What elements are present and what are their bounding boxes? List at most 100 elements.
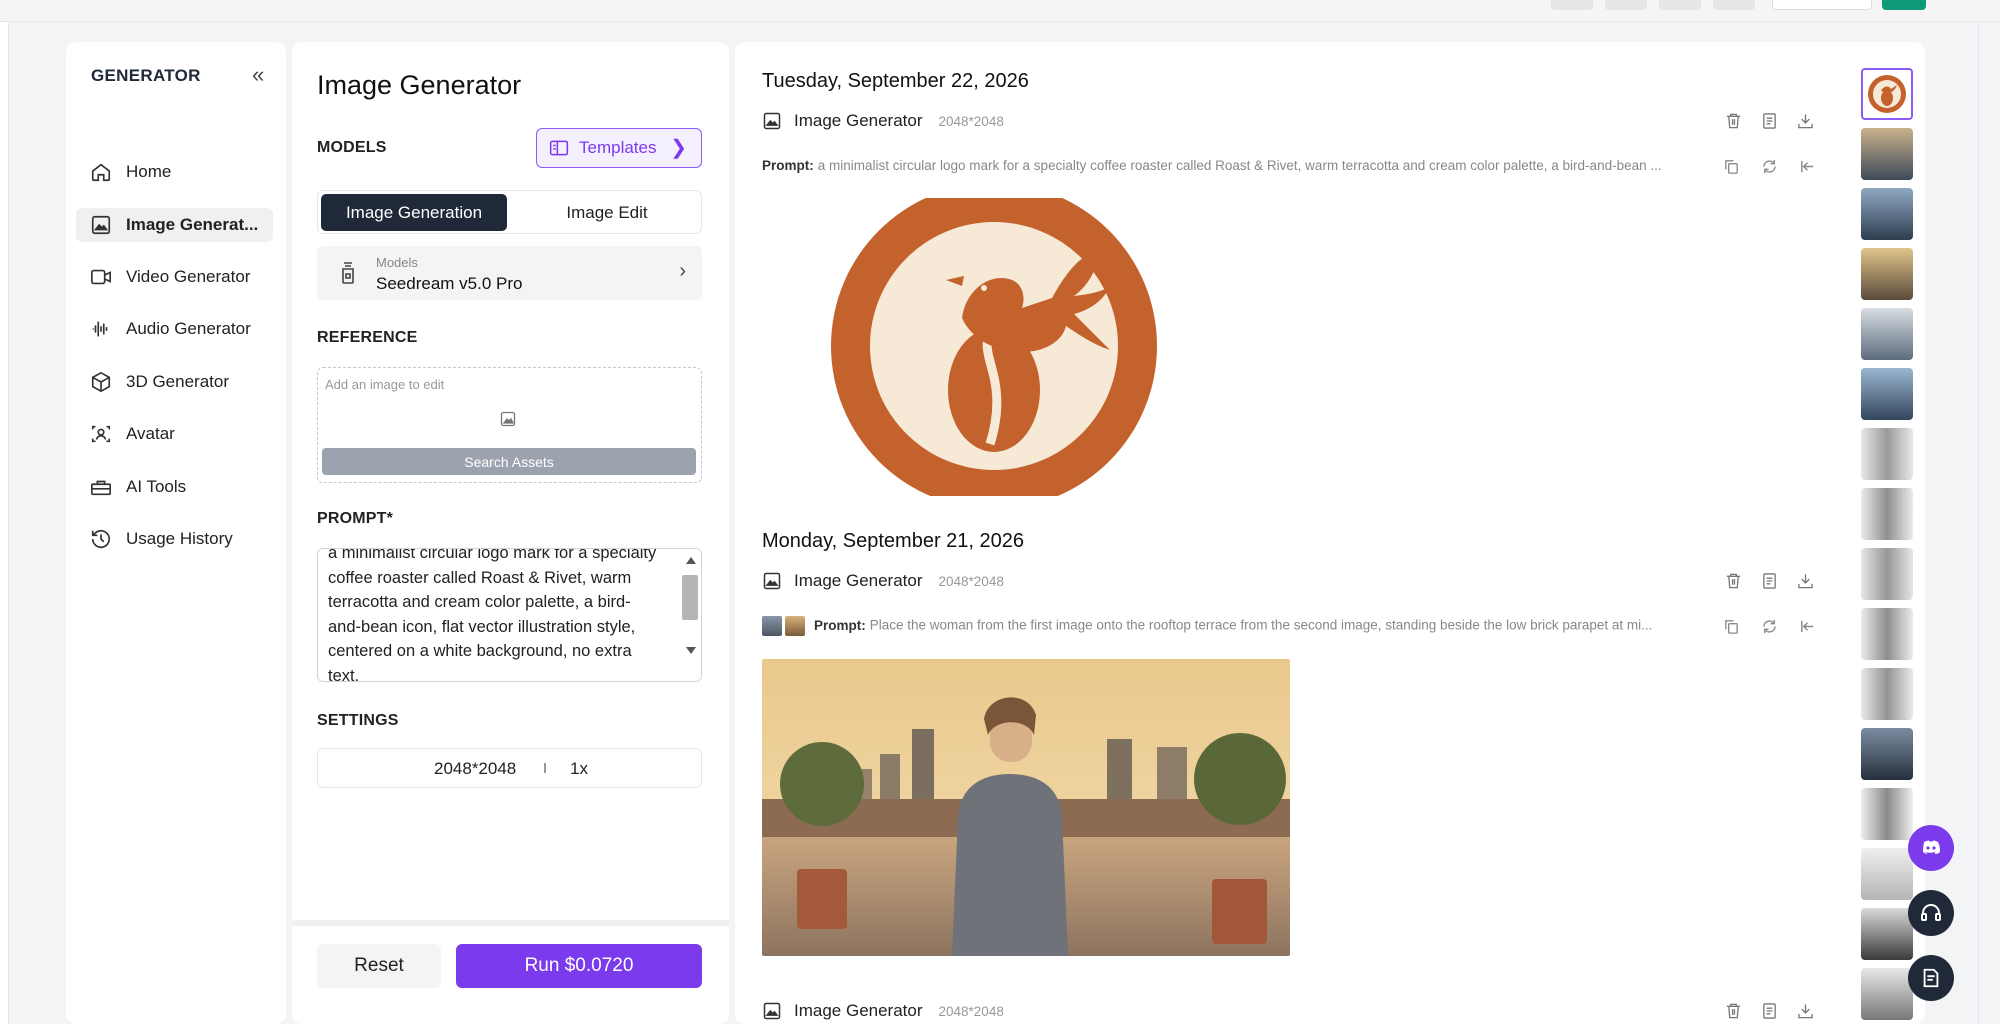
entry-actions [1725,572,1835,592]
history-thumbnail[interactable] [1861,848,1913,900]
edit-note-icon [1923,968,1939,988]
history-thumbnail[interactable] [1861,248,1913,300]
document-icon[interactable] [1761,572,1778,590]
reuse-prompt-icon[interactable] [1799,618,1816,635]
prompt-textarea[interactable]: a minimalist circular logo mark for a sp… [317,548,702,682]
sidebar-item-label: Home [126,162,172,181]
history-thumbnail[interactable] [1861,668,1913,720]
search-assets-button[interactable]: Search Assets [322,448,696,475]
templates-button[interactable]: Templates ❯ [536,128,702,168]
regenerate-icon[interactable] [1761,618,1778,635]
feedback-button[interactable] [1908,955,1954,1001]
document-icon[interactable] [1761,1002,1778,1020]
trash-icon[interactable] [1725,1002,1742,1020]
history-thumbnail[interactable] [1861,968,1913,1020]
prompt-actions [1723,158,1823,178]
discord-icon [1923,840,1940,854]
run-button[interactable]: Run $0.0720 [456,944,702,988]
reference-thumbnail[interactable] [762,616,782,636]
sidebar-item-3d-generator[interactable]: 3D Generator [76,365,273,399]
chevron-right-icon: › [679,260,686,282]
generated-rooftop-image[interactable] [762,659,1290,956]
scroll-thumb[interactable] [682,575,698,620]
download-icon[interactable] [1797,1002,1814,1020]
history-thumbnail-strip [1859,68,1915,1024]
feed-image-size: 2048*2048 [938,573,1004,589]
history-thumbnail[interactable] [1861,548,1913,600]
history-thumbnail[interactable] [1861,488,1913,540]
sidebar-item-home[interactable]: Home [76,155,273,189]
topbar-button[interactable] [1659,0,1701,10]
image-icon [763,572,781,590]
sidebar-item-avatar[interactable]: Avatar [76,417,273,451]
trash-icon[interactable] [1725,572,1742,590]
history-thumbnail[interactable] [1861,608,1913,660]
history-thumbnail[interactable] [1861,908,1913,960]
reuse-prompt-icon[interactable] [1799,158,1816,175]
sidebar-item-label: AI Tools [126,477,187,496]
results-feed: Tuesday, September 22, 2026 Image Genera… [735,42,1925,1024]
history-icon [91,530,111,549]
home-icon [91,163,111,182]
history-thumbnail[interactable] [1861,728,1913,780]
tab-image-generation[interactable]: Image Generation [321,194,507,231]
document-icon[interactable] [1761,112,1778,130]
logo-thumbnail-graphic [1868,75,1906,113]
history-thumbnail[interactable] [1861,188,1913,240]
model-bottle-icon [342,262,354,284]
support-button[interactable] [1908,890,1954,936]
tab-image-edit[interactable]: Image Edit [514,194,700,231]
history-thumbnail[interactable] [1861,308,1913,360]
sidebar-item-label: Image Generat... [126,215,259,234]
discord-button[interactable] [1908,825,1954,871]
history-thumbnail[interactable] [1861,428,1913,480]
feed-generator-name: Image Generator [794,571,923,590]
reference-dropzone[interactable]: Add an image to edit Search Assets [317,367,702,483]
toolbox-icon [91,480,111,496]
copy-icon[interactable] [1723,618,1740,635]
topbar-button[interactable] [1713,0,1755,10]
sidebar-item-usage-history[interactable]: Usage History [76,522,273,556]
history-thumbnail[interactable] [1861,68,1913,120]
feed-date: Tuesday, September 22, 2026 [762,70,1029,92]
regenerate-icon[interactable] [1761,158,1778,175]
right-edge-scrollbar[interactable] [1978,22,2000,1024]
sidebar-item-audio-generator[interactable]: Audio Generator [76,312,273,346]
topbar-button[interactable] [1551,0,1593,10]
topbar-primary-button[interactable] [1882,0,1926,10]
cube-icon [91,371,111,393]
topbar-button[interactable] [1605,0,1647,10]
model-selector[interactable]: Models Seedream v5.0 Pro › [317,246,702,300]
left-edge [0,22,9,1024]
collapse-sidebar-icon[interactable]: « [252,62,264,88]
download-icon[interactable] [1797,112,1814,130]
feed-prompt-row: Prompt: Place the woman from the first im… [762,616,1842,640]
history-thumbnail[interactable] [1861,128,1913,180]
feed-entry-header: Image Generator 2048*2048 [762,998,1004,1024]
reset-button[interactable]: Reset [317,944,441,988]
settings-size: 2048*2048 [434,759,517,778]
templates-label: Templates [579,138,657,157]
topbar-account-button[interactable] [1772,0,1872,10]
settings-section-label: SETTINGS [317,712,399,729]
headset-icon [1921,904,1941,921]
download-icon[interactable] [1797,572,1814,590]
history-thumbnail[interactable] [1861,368,1913,420]
scroll-down-arrow-icon[interactable] [686,647,696,654]
history-thumbnail[interactable] [1861,788,1913,840]
generated-logo-image[interactable] [762,198,1288,496]
trash-icon[interactable] [1725,112,1742,130]
sidebar-item-ai-tools[interactable]: AI Tools [76,470,273,504]
reference-placeholder: Add an image to edit [325,377,445,392]
reference-thumbnail[interactable] [785,616,805,636]
feed-generator-name: Image Generator [794,1001,923,1020]
page-title: Image Generator [317,70,522,100]
sidebar-item-video-generator[interactable]: Video Generator [76,260,273,294]
copy-icon[interactable] [1723,158,1740,175]
sidebar-item-image-generator[interactable]: Image Generat... [76,208,273,242]
sidebar-item-label: Usage History [126,529,233,548]
feed-entry-header: Image Generator 2048*2048 [762,108,1004,134]
scroll-up-arrow-icon[interactable] [686,557,696,564]
settings-selector[interactable]: 2048*2048 1x [317,748,702,788]
prompt-scrollbar[interactable] [681,551,699,679]
